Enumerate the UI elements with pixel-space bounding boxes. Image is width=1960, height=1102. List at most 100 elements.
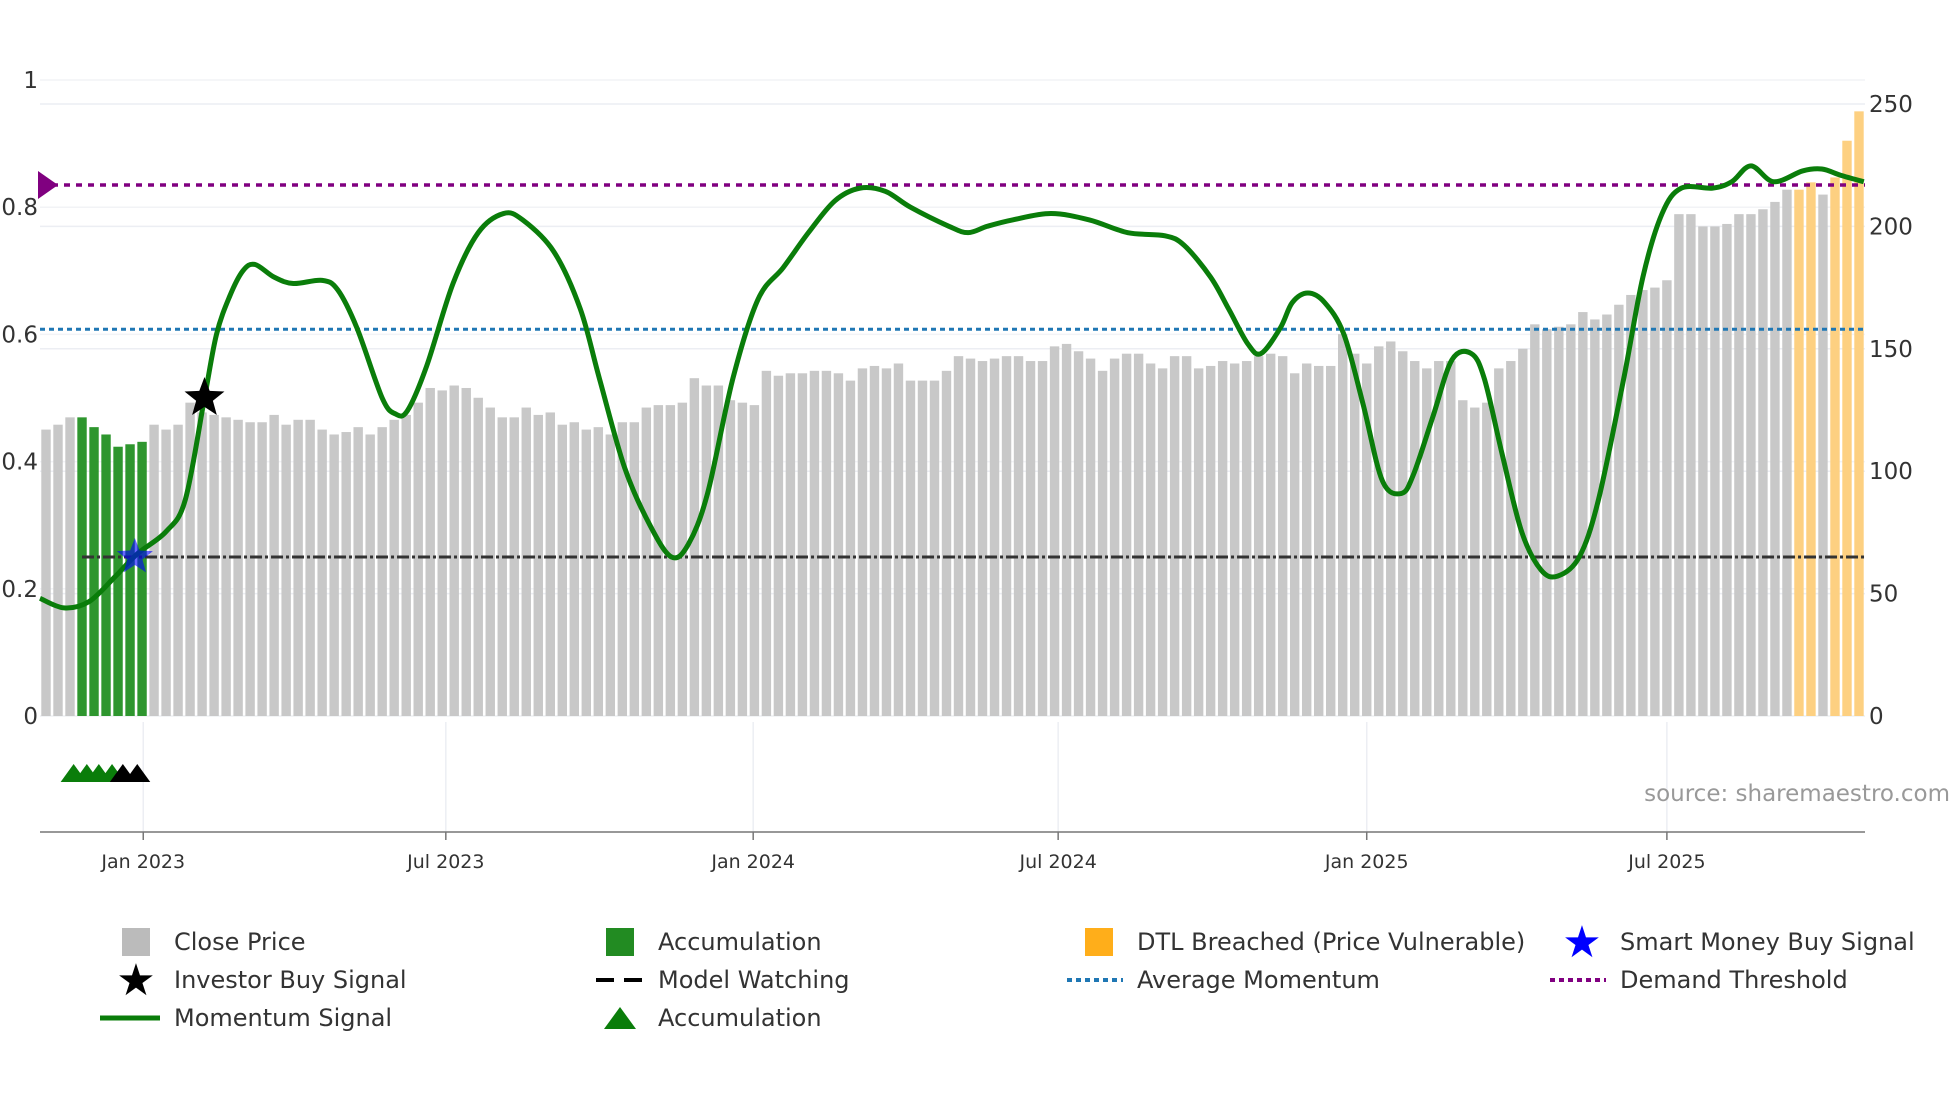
source-label: source: sharemaestro.com [1644, 781, 1950, 807]
price-bar [1133, 353, 1144, 716]
price-bar [881, 368, 892, 716]
price-bar [761, 370, 772, 716]
price-bar [989, 358, 1000, 716]
price-bar [197, 412, 207, 716]
price-bar [1265, 353, 1276, 716]
price-bar [1530, 324, 1540, 716]
price-bar [269, 414, 279, 716]
price-bar [665, 405, 676, 716]
price-bar [425, 387, 435, 716]
price-bar [1277, 356, 1288, 716]
price-bar [1614, 304, 1624, 716]
price-bar [1241, 361, 1252, 716]
price-bar [437, 390, 447, 716]
price-bar [965, 358, 976, 716]
x-axis-tick-label: Jan 2024 [710, 851, 795, 873]
price-bar [353, 427, 363, 716]
price-bar [1482, 402, 1492, 716]
dotted-line-icon [1067, 963, 1123, 997]
left-axis-tick-label: 1 [23, 68, 38, 94]
green-square-icon [596, 925, 644, 959]
price-bar [1386, 341, 1396, 716]
price-bar [1169, 356, 1180, 716]
price-bar [833, 373, 844, 716]
price-bar [221, 417, 231, 716]
price-bar [821, 370, 832, 716]
dtl-breached-bar [1806, 182, 1816, 716]
legend-accumulation-marker[interactable]: Accumulation [596, 1001, 822, 1035]
price-bar [1326, 365, 1336, 716]
legend-model-watching[interactable]: Model Watching [596, 963, 850, 997]
price-bar [929, 380, 940, 716]
price-bar [749, 405, 760, 716]
price-bar [1782, 189, 1792, 716]
left-axis-tick-label: 0.6 [1, 322, 38, 348]
price-bar [1710, 226, 1720, 716]
demand-threshold-marker [38, 170, 58, 199]
price-bar [149, 424, 159, 716]
green-triangle-icon [596, 1001, 644, 1035]
legend-label: Demand Threshold [1620, 966, 1848, 994]
price-bar [401, 414, 411, 716]
price-bar [893, 363, 904, 716]
legend-label: Investor Buy Signal [174, 966, 407, 994]
right-axis-tick-label: 150 [1869, 337, 1913, 363]
price-bar [305, 419, 315, 716]
legend-momentum-signal[interactable]: Momentum Signal [100, 1001, 392, 1035]
price-bar [545, 412, 555, 716]
price-bar [329, 434, 339, 716]
price-bar [281, 424, 291, 716]
price-bar [1121, 353, 1132, 716]
price-bar [1638, 290, 1648, 716]
price-bar [653, 405, 664, 716]
price-bar [1650, 287, 1660, 716]
dtl-breached-bar [1842, 140, 1852, 717]
legend-label: Average Momentum [1137, 966, 1380, 994]
price-bar [1470, 407, 1480, 716]
price-bar [953, 356, 964, 716]
legend-demand-threshold[interactable]: Demand Threshold [1550, 963, 1848, 997]
price-bar [1338, 334, 1348, 716]
price-bar [569, 422, 579, 716]
price-bar [1734, 214, 1744, 716]
price-bar [1758, 209, 1768, 716]
legend-average-momentum[interactable]: Average Momentum [1067, 963, 1380, 997]
x-axis-tick-label: Jul 2023 [406, 851, 484, 873]
dtl-breached-bar [1830, 177, 1840, 716]
legend-accumulation-bar[interactable]: Accumulation [596, 925, 822, 959]
dtl-breached-bar [1854, 111, 1864, 717]
price-bar [737, 402, 748, 716]
price-bar [1145, 363, 1156, 716]
blue-star-icon: ★ [1562, 916, 1602, 968]
legend-label: DTL Breached (Price Vulnerable) [1137, 928, 1526, 956]
price-bar [1001, 356, 1012, 716]
right-axis-tick-label: 50 [1869, 582, 1898, 608]
price-bar [209, 414, 219, 716]
price-bar [161, 429, 171, 716]
price-bar [797, 373, 808, 716]
price-bar [1506, 361, 1516, 716]
price-bar [1410, 361, 1420, 716]
accumulation-bar [101, 434, 111, 716]
price-bar [845, 380, 856, 716]
accumulation-bar [89, 427, 99, 716]
legend-dtl-breached[interactable]: DTL Breached (Price Vulnerable) [1075, 925, 1525, 959]
black-star-icon: ★ [116, 954, 156, 1006]
price-bar [1566, 324, 1576, 716]
legend-investor-buy[interactable]: ★ Investor Buy Signal [112, 954, 407, 1006]
price-bar [1025, 361, 1036, 716]
right-axis-tick-label: 200 [1869, 214, 1913, 240]
price-bar [293, 419, 303, 716]
price-bar [41, 429, 51, 716]
legend-label: Close Price [174, 928, 306, 956]
price-bar [581, 429, 592, 716]
price-bar [65, 417, 75, 716]
legend-smart-money[interactable]: ★ Smart Money Buy Signal [1558, 916, 1914, 968]
price-bar [977, 361, 988, 716]
price-bar [449, 385, 459, 716]
price-bar [461, 387, 471, 716]
dotted-line-icon [1550, 963, 1606, 997]
price-bar [389, 419, 399, 716]
price-bar [809, 370, 820, 716]
price-bar [1446, 361, 1456, 716]
